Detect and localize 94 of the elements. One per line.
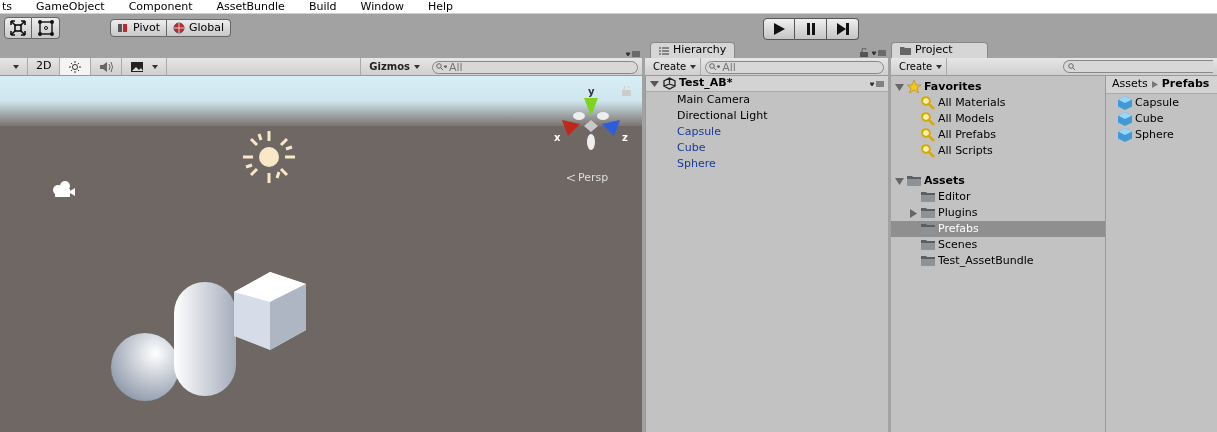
menu-item[interactable]: Help [427,0,453,13]
hierarchy-tab[interactable]: Hierarchy [650,42,736,58]
projection-label[interactable]: Persp [566,170,609,187]
globe-icon [173,22,185,34]
hierarchy-item[interactable]: Directional Light [646,108,888,124]
pause-button[interactable] [795,18,827,40]
search-icon [921,144,935,158]
axis-label: y [588,85,595,99]
search-icon [436,63,447,71]
caret-icon [414,64,420,69]
folder-icon [921,206,935,220]
menu-item[interactable]: Component [128,0,193,13]
hierarchy-item[interactable]: Main Camera [646,92,888,108]
breadcrumb-item[interactable]: Assets [1112,76,1148,93]
favorites-item[interactable]: Favorites [891,79,1105,95]
global-button[interactable]: Global [167,19,232,37]
speaker-icon [99,59,114,74]
search-field[interactable] [1063,60,1213,73]
panel-menu-icon[interactable] [870,79,884,88]
menu-item[interactable]: GameObject [36,0,105,13]
folder-item[interactable]: Assets [891,173,1105,189]
caret-icon [690,64,697,69]
step-forward-icon [835,22,850,36]
saved-search-item[interactable]: All Prefabs [891,127,1105,143]
tool-button[interactable] [32,17,60,39]
create-dropdown[interactable]: Create [649,58,702,75]
cube-icon [1118,96,1132,110]
menu-item[interactable]: Build [308,0,337,13]
image-icon [130,59,145,74]
menu-item[interactable]: ts [2,0,13,13]
saved-search-item[interactable]: All Materials [891,95,1105,111]
hierarchy-item[interactable]: Sphere [646,156,888,172]
pivot-button[interactable]: Pivot [110,19,167,37]
camera-icon [52,180,76,198]
orientation-gizmo-drawing[interactable] [560,96,622,150]
search-icon [709,63,721,71]
prefab-asset-item[interactable]: Sphere [1118,127,1217,143]
folder-icon [921,190,935,204]
breadcrumb-item[interactable]: Prefabs [1161,76,1210,93]
folder-icon [907,174,921,188]
expand-arrow-icon[interactable] [895,176,904,186]
gizmos-dropdown[interactable]: Gizmos [360,58,428,75]
panel-menu-icon[interactable] [872,48,886,57]
folder-icon [900,46,911,55]
menu-item[interactable]: AssetBundle [216,0,285,13]
cube-icon [1118,128,1132,142]
prefab-asset-item[interactable]: Cube [1118,111,1217,127]
folder-icon [921,222,935,236]
caret-icon [152,64,159,69]
step-forward-button[interactable] [827,18,859,40]
search-icon [921,112,935,126]
expand-arrow-icon[interactable] [650,79,659,88]
saved-search-item[interactable]: All Scripts [891,143,1105,159]
menu-item[interactable]: Window [360,0,404,13]
sun-icon [68,59,83,74]
folder-item[interactable]: Plugins [891,205,1105,221]
search-field[interactable]: All [432,61,638,74]
scene-viewport[interactable]: y x z Persp [0,76,642,432]
expand-arrow-icon[interactable] [895,82,904,92]
move-arrows-icon [9,19,27,37]
search-icon [921,128,935,142]
expand-arrow-icon[interactable] [909,208,918,218]
folder-item[interactable]: Test_AssetBundle [891,253,1105,269]
back-chevron-icon [566,174,576,182]
light-sun-icon [242,130,296,184]
list-icon [659,46,669,55]
tool-button[interactable] [4,17,32,39]
play-button[interactable] [763,18,795,40]
folder-item[interactable]: Editor [891,189,1105,205]
pivot-icon [117,22,129,34]
project-tab[interactable]: Project [891,42,988,58]
prefab-asset-item[interactable]: Capsule [1118,95,1217,111]
search-icon [921,96,935,110]
axis-label: x [554,131,561,145]
hierarchy-item[interactable]: Capsule [646,124,888,140]
create-dropdown[interactable]: Create [895,58,948,75]
folder-icon [921,254,935,268]
search-icon [1068,62,1077,71]
saved-search-item[interactable]: All Models [891,111,1105,127]
panel-menu-icon[interactable] [626,50,640,58]
star-icon [907,80,921,94]
hierarchy-item[interactable]: Cube [646,140,888,156]
caret-icon [13,64,19,69]
search-field[interactable]: All [705,61,884,74]
lock-icon[interactable] [860,48,868,57]
sun-toggle[interactable] [60,58,92,75]
folder-item[interactable]: Scenes [891,237,1105,253]
chevron-right-icon [1151,81,1158,88]
play-icon [772,22,786,36]
folder-icon [921,238,935,252]
cube-icon [1118,112,1132,126]
caret-icon [936,64,943,69]
rect-tool-icon [36,19,55,37]
axis-label: z [622,131,628,145]
